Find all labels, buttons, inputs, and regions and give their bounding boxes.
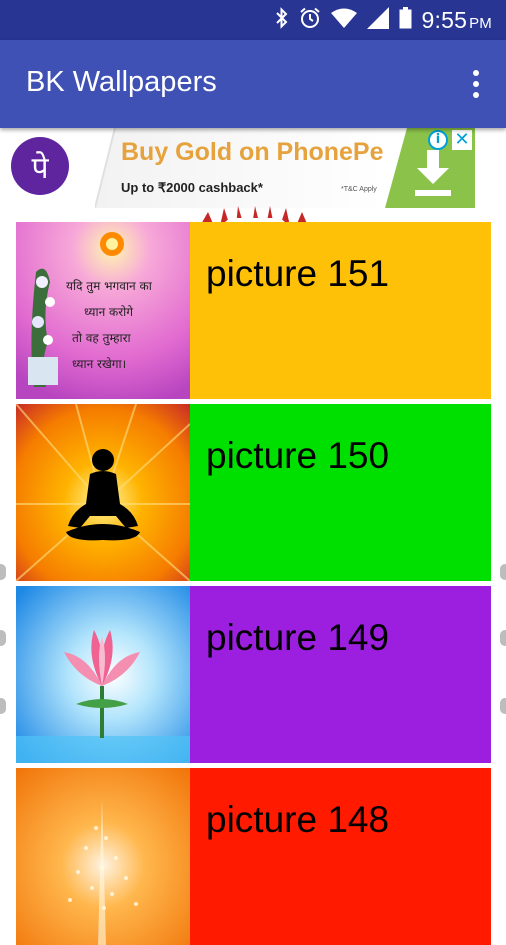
thumbnail-krishna-quote[interactable]: यदि तुम भगवान का ध्यान करोगे तो वह तुम्ह… xyxy=(16,222,190,399)
item-label-panel[interactable]: picture 151 xyxy=(190,222,491,399)
item-label-panel[interactable]: picture 150 xyxy=(190,404,491,581)
phonepe-logo: पे xyxy=(11,137,69,195)
item-label-panel[interactable]: picture 149 xyxy=(190,586,491,763)
ad-info-icon[interactable]: i xyxy=(428,130,448,150)
battery-icon xyxy=(399,6,412,34)
thumbnail-light-burst[interactable] xyxy=(16,768,190,945)
thumb-quote-line-3: तो वह तुम्हारा xyxy=(72,331,131,346)
list-item[interactable]: picture 148 xyxy=(16,768,491,945)
item-label: picture 149 xyxy=(206,617,390,658)
list-item[interactable]: picture 150 xyxy=(16,404,491,581)
item-label: picture 151 xyxy=(206,253,390,294)
ad-terms: *T&C Apply xyxy=(341,186,377,193)
edge-marker xyxy=(500,698,506,714)
status-bar: 9:55 PM xyxy=(0,0,506,40)
ad-banner[interactable]: पे Buy Gold on PhonePe Up to ₹2000 cashb… xyxy=(0,128,506,208)
clock-ampm: PM xyxy=(469,14,492,32)
thumb-quote-line-1: यदि तुम भगवान का xyxy=(66,279,153,294)
edge-marker xyxy=(0,630,6,646)
item-label: picture 148 xyxy=(206,799,390,840)
bluetooth-icon xyxy=(275,6,289,34)
thumb-quote-line-2: ध्यान करोगे xyxy=(84,305,133,319)
clock-time: 9:55 xyxy=(421,6,468,33)
thumbnail-meditation-silhouette[interactable] xyxy=(16,404,190,581)
ad-headline: Buy Gold on PhonePe xyxy=(121,138,384,166)
app-bar: BK Wallpapers xyxy=(0,40,506,128)
list-item[interactable]: यदि तुम भगवान का ध्यान करोगे तो वह तुम्ह… xyxy=(16,222,491,399)
clock: 9:55 PM xyxy=(422,7,492,34)
wifi-icon xyxy=(330,8,357,33)
signal-icon xyxy=(366,6,389,34)
thumb-quote-line-4: ध्यान रखेगा। xyxy=(72,357,126,371)
app-title: BK Wallpapers xyxy=(26,66,217,98)
edge-marker xyxy=(0,564,6,580)
ad-close-icon[interactable]: ✕ xyxy=(452,130,472,150)
status-icons: 9:55 PM xyxy=(275,6,492,34)
alarm-icon xyxy=(299,7,321,34)
item-label-panel[interactable]: picture 148 xyxy=(190,768,491,945)
list-item[interactable]: picture 149 xyxy=(16,586,491,763)
thumbnail-lotus[interactable] xyxy=(16,586,190,763)
overflow-menu-icon xyxy=(473,70,479,76)
item-label: picture 150 xyxy=(206,435,390,476)
edge-marker xyxy=(500,564,506,580)
edge-marker xyxy=(0,698,6,714)
edge-marker xyxy=(500,630,506,646)
overflow-menu-button[interactable] xyxy=(464,66,488,102)
ad-subline: Up to ₹2000 cashback* xyxy=(121,180,263,195)
